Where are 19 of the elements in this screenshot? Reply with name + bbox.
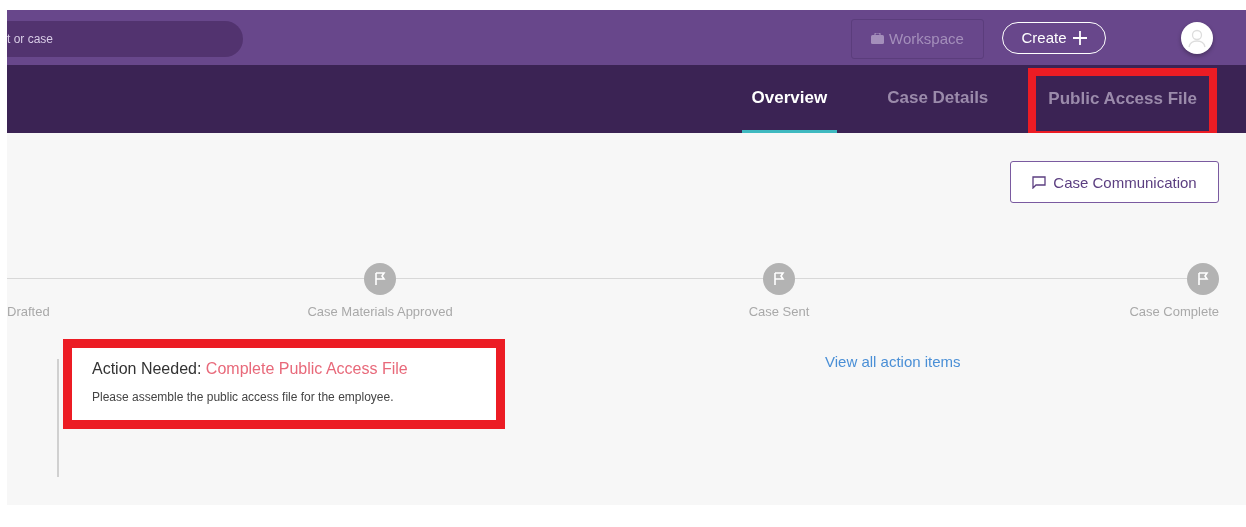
step-label: Case Materials Approved — [307, 304, 453, 319]
step-label: Case Complete — [1129, 304, 1219, 319]
avatar-icon[interactable] — [1181, 21, 1213, 54]
step-label: Drafted — [7, 304, 50, 319]
flag-icon — [364, 263, 396, 295]
action-title: Action Needed: Complete Public Access File — [92, 360, 409, 378]
search-field[interactable]: t or case — [7, 20, 243, 57]
flag-icon — [763, 263, 795, 295]
view-all-link[interactable]: View all action items — [825, 353, 961, 370]
step-label: Case Sent — [748, 304, 810, 319]
tab[interactable]: Public Access File — [1048, 76, 1197, 131]
case-communication-button[interactable]: Case Communication — [1010, 161, 1219, 203]
plus-icon — [1072, 30, 1087, 45]
flag-icon — [1187, 263, 1219, 295]
workspace-button[interactable]: Workspace — [851, 18, 984, 59]
tab[interactable]: Case Details — [877, 65, 999, 133]
briefcase-icon — [871, 33, 885, 44]
action-message: Please assemble the public access file for the employee. — [92, 390, 395, 404]
chat-icon — [1032, 175, 1047, 189]
